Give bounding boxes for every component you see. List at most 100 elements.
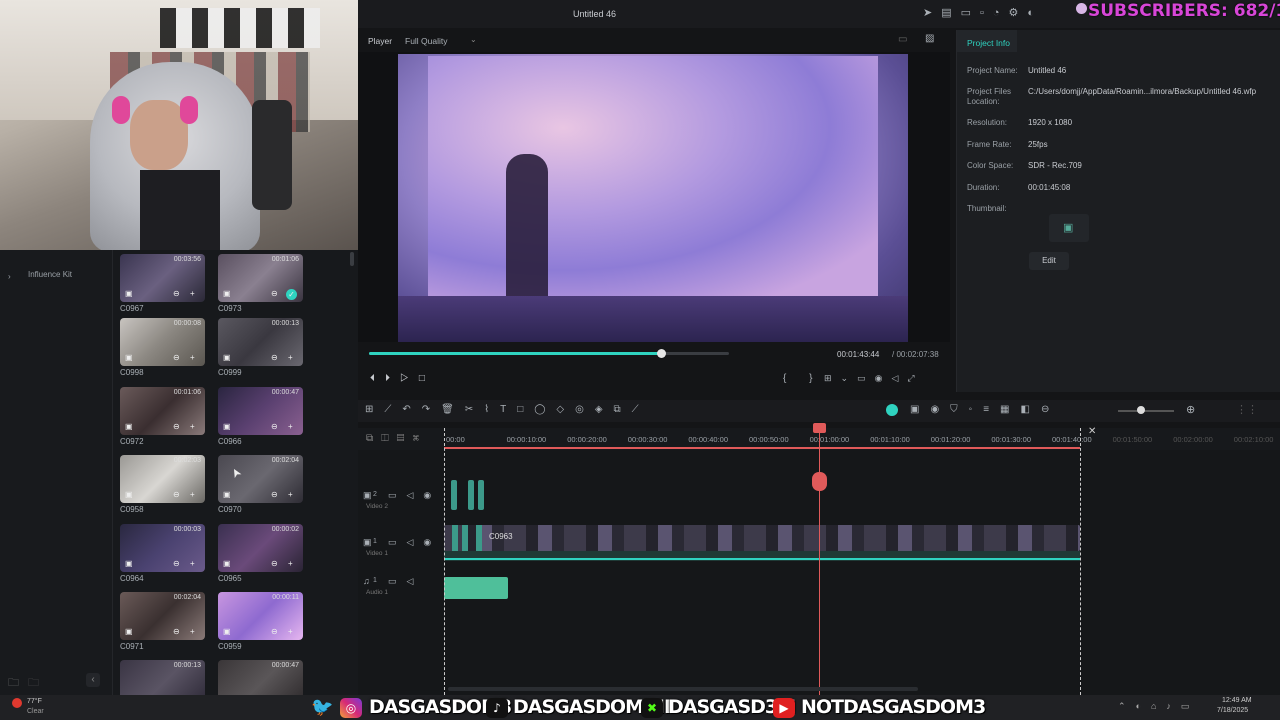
video-track-icon: ▣: [363, 537, 372, 547]
clip-video1-c[interactable]: [476, 525, 482, 551]
close-icon[interactable]: ✕: [1088, 426, 1096, 437]
work-area-bar[interactable]: [444, 447, 1080, 449]
media-thumbnail[interactable]: 00:01:06 ▣ ⊖ ✓: [218, 254, 303, 302]
clip-duration: 00:00:13: [271, 320, 299, 327]
preview-tools[interactable]: ⊞⌄▭◉◁⤢: [824, 373, 924, 384]
zoom-slider[interactable]: [1118, 410, 1174, 412]
ruler-tick-label: 00:01:30:00: [991, 435, 1032, 444]
add-to-timeline-icon[interactable]: +: [288, 627, 293, 636]
tray-icons[interactable]: ⌃◐⌂♪▭: [1118, 701, 1199, 712]
media-thumbnail[interactable]: 00:00:13▣⊖+: [218, 318, 303, 366]
clip-video1[interactable]: [444, 525, 1080, 551]
remove-icon[interactable]: ⊖: [173, 559, 180, 568]
clip-video1-a[interactable]: [452, 525, 458, 551]
clip-video2-a[interactable]: [451, 480, 457, 510]
playhead-knob[interactable]: [656, 349, 666, 358]
clip-name: C0970: [218, 505, 242, 514]
video-preview[interactable]: [398, 54, 908, 342]
clip-duration: 00:02:04: [173, 594, 201, 601]
scissors-icon[interactable]: [812, 472, 827, 491]
auto-ripple-toggle[interactable]: [886, 404, 898, 416]
add-to-timeline-icon[interactable]: +: [190, 559, 195, 568]
clip-video2-b[interactable]: [468, 480, 474, 510]
snapshot-icon[interactable]: ▨: [925, 33, 934, 44]
clip-video1-b[interactable]: [462, 525, 468, 551]
track-controls[interactable]: ▭◁◉: [388, 490, 441, 501]
project-info-value: 00:01:45:08: [1028, 183, 1071, 192]
transport-buttons[interactable]: ⏴⏵▷□: [370, 373, 435, 384]
media-thumbnail[interactable]: 00:00:47▣⊖+: [218, 387, 303, 435]
clip-type-icon: ▣: [125, 490, 133, 499]
chevron-down-icon[interactable]: ⌄: [470, 35, 477, 44]
remove-icon[interactable]: ⊖: [173, 289, 180, 298]
clock-time[interactable]: 12:49 AM: [1222, 697, 1252, 704]
media-thumbnail[interactable]: 00:02:03 ▣ ⊖ +: [120, 455, 205, 503]
media-thumbnail[interactable]: 00:00:02 ▣ ⊖ +: [218, 524, 303, 572]
remove-icon[interactable]: ⊖: [173, 627, 180, 636]
audio-clip[interactable]: [444, 577, 508, 599]
folder-icon[interactable]: 🗀: [28, 674, 39, 693]
zoom-in-icon[interactable]: ⊕: [1186, 403, 1195, 416]
zoom-knob[interactable]: [1137, 406, 1145, 414]
track-name: Video 2: [366, 503, 388, 510]
add-to-timeline-icon[interactable]: +: [190, 353, 195, 362]
add-to-timeline-icon[interactable]: +: [288, 353, 293, 362]
add-to-timeline-icon[interactable]: +: [190, 490, 195, 499]
media-thumbnail[interactable]: 00:02:04 ▣ ⊖ +: [120, 592, 205, 640]
remove-icon[interactable]: ⊖: [271, 422, 278, 431]
media-thumbnail[interactable]: 00:00:47▣⊖+: [218, 660, 303, 695]
media-thumbnail[interactable]: 00:00:11 ▣ ⊖ +: [218, 592, 303, 640]
mark-in-out-buttons[interactable]: { }: [783, 373, 822, 384]
track-tools[interactable]: ⧉◫▤⌘: [366, 433, 427, 444]
remove-icon[interactable]: ⊖: [271, 353, 278, 362]
remove-icon[interactable]: ⊖: [271, 559, 278, 568]
new-folder-icon[interactable]: 🗀: [8, 674, 19, 693]
clip-type-icon: ▣: [125, 559, 133, 568]
remove-icon[interactable]: ⊖: [271, 627, 278, 636]
timeline-tools[interactable]: ▣◉⛉◦≡▦◧⊖: [910, 404, 1060, 415]
add-to-timeline-icon[interactable]: +: [288, 559, 293, 568]
playhead-line[interactable]: [819, 428, 820, 695]
remove-icon[interactable]: ⊖: [271, 289, 278, 298]
add-to-timeline-icon[interactable]: +: [190, 627, 195, 636]
topbar-icons[interactable]: ➤▤▭▫◔⚙◐: [923, 6, 1043, 19]
media-thumbnail[interactable]: 00:03:56 ▣ ⊖ +: [120, 254, 205, 302]
tab-project-info[interactable]: Project Info: [957, 30, 1017, 52]
remove-icon[interactable]: ⊖: [271, 490, 278, 499]
media-thumbnail[interactable]: 00:00:08 ▣ ⊖ +: [120, 318, 205, 366]
clip-type-icon: ▣: [125, 353, 133, 362]
clip-name: C0966: [218, 437, 242, 446]
add-to-timeline-icon[interactable]: +: [288, 490, 293, 499]
weather-icon[interactable]: [12, 698, 22, 708]
clip-video2-c[interactable]: [478, 480, 484, 510]
track-controls[interactable]: ▭◁◉: [388, 537, 441, 548]
thumbnail-preview[interactable]: ▣: [1049, 214, 1089, 242]
chevron-right-icon[interactable]: ›: [8, 272, 11, 281]
add-to-timeline-icon[interactable]: +: [190, 422, 195, 431]
compare-icon[interactable]: ▭: [898, 34, 907, 45]
remove-icon[interactable]: ⊖: [173, 490, 180, 499]
sidebar-item-influence-kit[interactable]: Influence Kit: [28, 270, 72, 279]
playhead-handle[interactable]: [813, 423, 826, 433]
avatar[interactable]: [1076, 3, 1087, 14]
edit-thumbnail-button[interactable]: Edit: [1029, 252, 1069, 270]
add-to-timeline-icon[interactable]: +: [190, 289, 195, 298]
timeline-tracks: ▣ 2 ▭◁◉ Video 2 ▣ 1 ▭◁◉ Video 1 ♫ 1 ▭◁ Audio 1 C096…: [358, 423, 1280, 695]
media-thumbnail[interactable]: 00:00:03 ▣ ⊖ +: [120, 524, 205, 572]
media-thumbnail[interactable]: 00:01:06 ▣ ⊖ +: [120, 387, 205, 435]
remove-icon[interactable]: ⊖: [173, 422, 180, 431]
edit-tools[interactable]: ⊞⟋↶↷🗑✂⌇T□◯◇◎◈⧉⟋: [365, 404, 650, 415]
timeline-scrollbar[interactable]: [448, 687, 918, 691]
added-check-icon[interactable]: ✓: [286, 289, 297, 300]
remove-icon[interactable]: ⊖: [173, 353, 180, 362]
add-to-timeline-icon[interactable]: +: [288, 422, 293, 431]
clock-date[interactable]: 7/18/2025: [1217, 707, 1248, 714]
project-info-label: Resolution:: [967, 118, 1008, 127]
grid-icon[interactable]: ⋮⋮: [1236, 403, 1258, 416]
collapse-panel-button[interactable]: ‹: [86, 673, 100, 687]
media-thumbnail[interactable]: 00:00:13▣⊖+: [120, 660, 205, 695]
media-scrollbar[interactable]: [350, 252, 354, 266]
quality-dropdown[interactable]: Full Quality: [405, 36, 448, 46]
audio-track-icon: ♫: [363, 576, 370, 586]
track-controls[interactable]: ▭◁: [388, 576, 423, 587]
